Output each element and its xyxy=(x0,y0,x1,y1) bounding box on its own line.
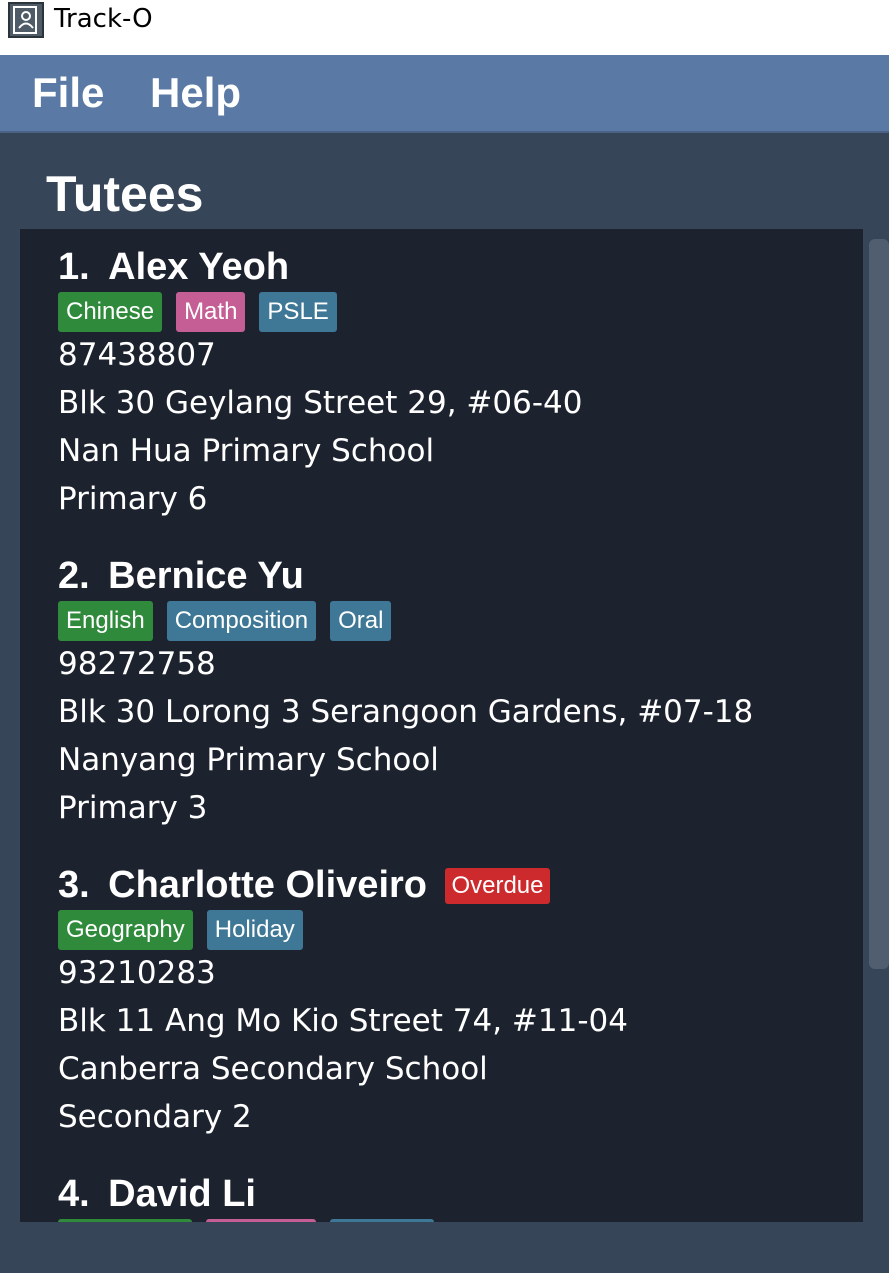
tutee-card[interactable]: 3. Charlotte Oliveiro Overdue Geography H… xyxy=(20,864,863,1164)
tutee-phone: 98272758 xyxy=(58,646,216,682)
tutee-level: Primary 6 xyxy=(58,481,208,517)
subject-tag: Math xyxy=(176,292,246,332)
tutee-name-row: 4. David Li xyxy=(58,1173,256,1219)
tutee-card[interactable]: 1. Alex Yeoh Chinese Math PSLE 87438807 Bl… xyxy=(20,246,863,546)
address-book-icon xyxy=(8,2,44,38)
subject-tag: Oral xyxy=(330,601,392,641)
subject-tag xyxy=(58,1219,192,1222)
section-title: Tutees xyxy=(46,166,204,222)
subject-tag: English xyxy=(58,601,153,641)
tutee-school: Nan Hua Primary School xyxy=(58,433,435,469)
tutee-name: Bernice Yu xyxy=(108,555,304,597)
overdue-badge: Overdue xyxy=(445,867,550,904)
window-title: Track-O xyxy=(54,4,153,34)
window-titlebar: Track-O xyxy=(0,0,889,55)
tutee-card[interactable]: 4. David Li xyxy=(20,1173,863,1222)
tutee-address: Blk 30 Geylang Street 29, #06-40 xyxy=(58,385,583,421)
tag-list xyxy=(58,1219,448,1222)
tutee-address: Blk 11 Ang Mo Kio Street 74, #11-04 xyxy=(58,1003,628,1039)
tutee-school: Canberra Secondary School xyxy=(58,1051,488,1087)
tutee-phone: 93210283 xyxy=(58,955,216,991)
tutee-level: Secondary 2 xyxy=(58,1099,252,1135)
menu-file[interactable]: File xyxy=(32,69,104,117)
tutee-card[interactable]: 2. Bernice Yu English Composition Oral 982… xyxy=(20,555,863,855)
tag-list: Chinese Math PSLE xyxy=(58,292,351,334)
subject-tag xyxy=(206,1219,316,1222)
tutee-level: Primary 3 xyxy=(58,790,208,826)
tutee-school: Nanyang Primary School xyxy=(58,742,439,778)
list-scrollbar[interactable] xyxy=(869,239,889,969)
tutee-name: David Li xyxy=(108,1173,256,1215)
tutee-name-row: 2. Bernice Yu xyxy=(58,555,304,601)
tutee-list[interactable]: 1. Alex Yeoh Chinese Math PSLE 87438807 Bl… xyxy=(20,229,863,1222)
tutee-index: 1. xyxy=(58,246,90,288)
subject-tag: Holiday xyxy=(206,910,303,950)
tutee-name: Alex Yeoh xyxy=(108,246,290,288)
tag-list: English Composition Oral xyxy=(58,601,405,643)
tutee-name: Charlotte Oliveiro xyxy=(108,864,427,906)
tag-list: Geography Holiday xyxy=(58,910,317,952)
tutee-name-row: 1. Alex Yeoh xyxy=(58,246,289,292)
tutee-index: 2. xyxy=(58,555,90,597)
tutee-name-row: 3. Charlotte Oliveiro Overdue xyxy=(58,864,550,910)
subject-tag: Composition xyxy=(166,601,317,641)
subject-tag xyxy=(330,1219,434,1222)
tutee-address: Blk 30 Lorong 3 Serangoon Gardens, #07-1… xyxy=(58,694,754,730)
subject-tag: Geography xyxy=(58,910,193,950)
subject-tag: PSLE xyxy=(259,292,337,332)
menu-bar: File Help xyxy=(0,55,889,133)
menu-help[interactable]: Help xyxy=(150,69,241,117)
subject-tag: Chinese xyxy=(58,292,163,332)
tutee-phone: 87438807 xyxy=(58,337,216,373)
tutee-index: 3. xyxy=(58,864,90,906)
tutee-index: 4. xyxy=(58,1173,90,1215)
